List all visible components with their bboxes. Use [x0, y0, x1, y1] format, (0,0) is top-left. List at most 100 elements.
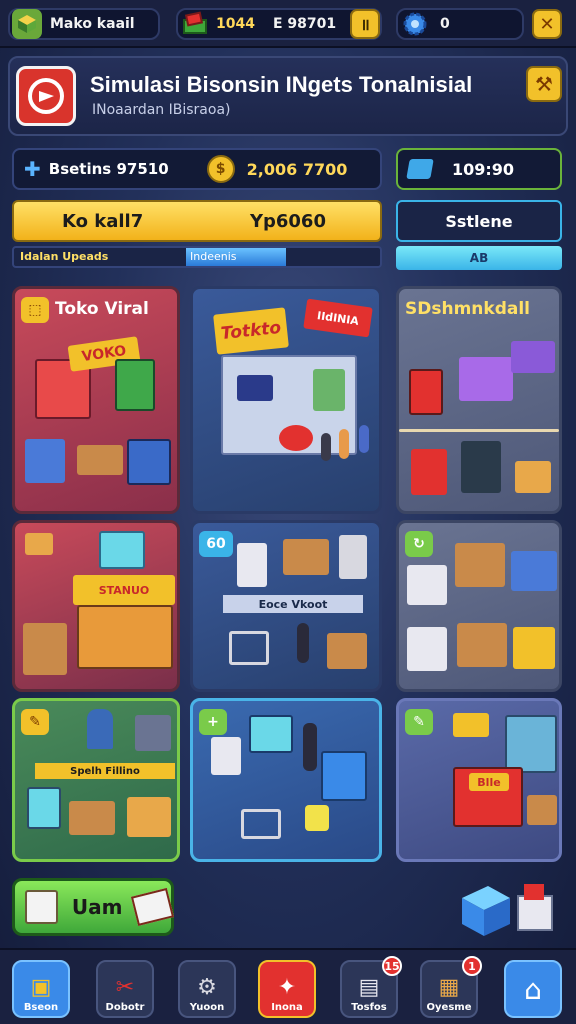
system-sub-label: AB [469, 251, 489, 265]
shopper-figure [297, 623, 309, 663]
freezer-icon [407, 565, 447, 605]
card-warehouse[interactable]: ↻ [396, 520, 562, 692]
card-dashboard[interactable]: SDshmnkdall [396, 286, 562, 514]
awning-icon [511, 341, 555, 373]
nav-label: Oyesme [426, 1002, 472, 1013]
uam-label: Uam [71, 895, 123, 919]
tools-icon: ✕ [539, 13, 555, 35]
vending-icon [513, 627, 555, 669]
fridge-icon [25, 439, 65, 483]
customer-figure [359, 425, 369, 453]
marketing-icon: ✦ [277, 975, 297, 1000]
money-value: E 98701 [272, 16, 337, 32]
app-logo [16, 66, 76, 126]
clerk-figure [303, 723, 317, 771]
card-dashboard-label: SDshmnkdall [405, 299, 530, 319]
uam-button[interactable]: Uam [12, 878, 175, 936]
shop-stall-icon [459, 357, 513, 401]
nav-label: Yuoon [189, 1002, 225, 1013]
coin-icon: $ [206, 155, 235, 183]
display-case-icon [283, 539, 329, 575]
coin-value: 2,006 7700 [246, 159, 348, 179]
progress-mid-text: Indeenis [190, 250, 237, 263]
bottom-nav: ▣ Bseon ✂ Dobotr ⚙ Yuoon ✦ Inona ▤ Tosfo… [0, 948, 576, 1024]
level-right-label: Yp6060 [249, 210, 326, 232]
nav-item-tosfos[interactable]: ▤ Tosfos 15 [340, 956, 402, 1018]
customer-figure [339, 429, 349, 459]
hammer-icon: ⚒ [535, 72, 553, 96]
open-book-icon [131, 888, 175, 926]
round-table-icon [279, 425, 313, 451]
stat-right-box[interactable]: 109:90 [396, 148, 562, 190]
card-toko-main[interactable]: Totkto IIdINIA [190, 286, 382, 514]
fridge-icon [409, 369, 443, 415]
nav-item-home[interactable]: ⌂ [504, 960, 562, 1018]
vending-icon [127, 439, 171, 485]
boxes-icon [127, 797, 171, 837]
notification-badge: 1 [462, 956, 482, 976]
bin-icon [135, 715, 171, 751]
gear-gem-icon [400, 9, 430, 39]
nav-item-oyesme[interactable]: ▦ Oyesme 1 [420, 956, 482, 1018]
wallet-button[interactable]: ॥ [350, 9, 380, 39]
system-button[interactable]: Sstlene [396, 200, 562, 242]
page-subtitle: INoaardan IBisraoa) [92, 102, 231, 118]
store-bag-icon: ▣ [30, 975, 52, 1000]
tag-icon: ⬚ [21, 297, 49, 323]
divider [399, 429, 559, 432]
pencil-icon: ✎ [21, 709, 49, 735]
edit-hammer-button[interactable]: ⚒ [526, 66, 562, 102]
store-name: Mako kaail [50, 16, 135, 32]
settings-close-button[interactable]: ✕ [532, 9, 562, 39]
store-name-pill[interactable]: Mako kaail [8, 8, 160, 40]
card-office[interactable]: ✎ Spelh Fillino [12, 698, 180, 862]
nav-label: Bseon [23, 1002, 59, 1013]
toko-sign: Totkto [213, 307, 289, 355]
newspaper-icon: ▤ [358, 975, 380, 1000]
monitor-icon [237, 375, 273, 401]
plus-icon: + [199, 709, 227, 735]
card-checkout[interactable]: 60 Eoce Vkoot [190, 520, 382, 692]
stats-bar: ✚ Bsetins 97510 $ 2,006 7700 [12, 148, 382, 190]
cart-icon [229, 631, 269, 665]
upgrade-arrow-icon: ✚ [24, 157, 41, 181]
phone-display-icon [321, 751, 367, 801]
pencil-icon: ✎ [405, 709, 433, 735]
tools-icon: ✂ [115, 975, 135, 1000]
card-market[interactable]: ✎ Blle [396, 698, 562, 862]
level-bar[interactable]: Ko kall7 Yp6060 [12, 200, 382, 242]
customer-figure [321, 433, 331, 461]
box-icon: ▦ [438, 975, 460, 1000]
register-icon [237, 543, 267, 587]
counter-icon [77, 445, 123, 475]
gear-icon: ⚙ [197, 975, 217, 1000]
manager-figure [87, 709, 113, 749]
stat-left-value: Bsetins 97510 [48, 160, 169, 178]
scanner-icon [339, 535, 367, 579]
nav-label: Dobotr [105, 1002, 145, 1013]
card-it-store[interactable]: + [190, 698, 382, 862]
nav-item-bseon[interactable]: ▣ Bseon [12, 960, 70, 1018]
kiosk-stand [77, 605, 173, 669]
progress-left-text: Idalan Upeads [20, 250, 109, 263]
nav-label: Inona [271, 1002, 303, 1013]
printer-icon [211, 737, 241, 775]
nav-item-dobotr[interactable]: ✂ Dobotr [96, 960, 154, 1018]
card-toko-viral[interactable]: ⬚ Toko Viral VOKO [12, 286, 180, 514]
kiosk-sign: STANUO [73, 575, 175, 605]
shelf-icon [115, 359, 155, 411]
top-bar: Mako kaail 1044 E 98701 ॥ 0 ✕ [0, 0, 576, 48]
card-toko-viral-label: Toko Viral [55, 299, 149, 319]
shop-boxes-button[interactable] [452, 876, 562, 940]
stat-right-value: 109:90 [452, 159, 515, 179]
display-shelf-icon [313, 369, 345, 411]
nav-item-inona[interactable]: ✦ Inona [258, 960, 316, 1018]
small-sign-icon [453, 713, 489, 737]
atm-icon [461, 441, 501, 493]
gems-pill[interactable]: 0 [396, 8, 524, 40]
cooler-icon [411, 449, 447, 495]
nav-item-yuoon[interactable]: ⚙ Yuoon [178, 960, 236, 1018]
card-kiosk[interactable]: STANUO [12, 520, 180, 692]
box-cube-icon [462, 884, 553, 936]
crate-icon [527, 795, 557, 825]
